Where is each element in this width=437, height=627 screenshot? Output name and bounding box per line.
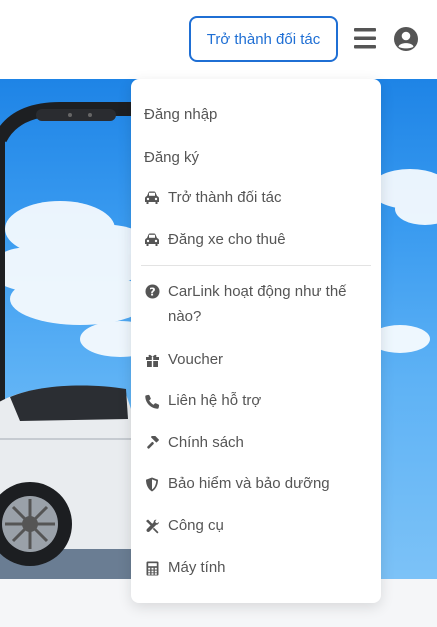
phone-icon — [144, 389, 160, 413]
question-circle-icon: ? — [144, 279, 160, 303]
car-icon — [144, 186, 160, 210]
menu-item-policy[interactable]: Chính sách — [144, 431, 244, 455]
car-icon — [144, 228, 160, 252]
menu-item-label: Đăng nhập — [144, 106, 218, 123]
top-header: Trở thành đối tác — [0, 0, 437, 79]
menu-item-tools[interactable]: Công cụ — [144, 514, 224, 538]
menu-item-label: Đăng xe cho thuê — [168, 231, 286, 248]
menu-item-label: Máy tính — [168, 559, 226, 576]
menu-item-label: Liên hệ hỗ trợ — [168, 392, 262, 409]
svg-text:?: ? — [149, 285, 155, 298]
menu-item-list-car[interactable]: Đăng xe cho thuê — [144, 228, 286, 252]
user-circle-icon[interactable] — [393, 26, 419, 52]
menu-item-login[interactable]: Đăng nhập — [144, 103, 217, 127]
menu-item-label: Bảo hiểm và bảo dưỡng — [168, 475, 330, 492]
gift-icon — [144, 348, 160, 372]
menu-item-become-partner[interactable]: Trở thành đối tác — [144, 186, 282, 210]
gavel-icon — [144, 431, 160, 455]
user-dropdown-menu: Đăng nhập Đăng ký Trở thành đối tác Đăng… — [131, 79, 381, 603]
become-partner-button[interactable]: Trở thành đối tác — [189, 16, 338, 62]
menu-item-how-it-works[interactable]: ? CarLink hoạt động như thế nào? — [144, 279, 369, 329]
menu-item-insurance[interactable]: Bảo hiểm và bảo dưỡng — [144, 472, 330, 496]
menu-item-label: Chính sách — [168, 434, 244, 451]
menu-divider — [141, 265, 371, 266]
menu-item-voucher[interactable]: Voucher — [144, 348, 223, 372]
menu-item-label-line1: CarLink hoạt động như thế — [168, 283, 347, 300]
menu-item-label: Công cụ — [168, 517, 224, 534]
menu-item-label-line2: nào? — [168, 308, 202, 325]
shield-icon — [144, 472, 160, 496]
menu-item-label: CarLink hoạt động như thế nào? — [168, 279, 347, 329]
tools-icon — [144, 514, 160, 538]
menu-item-label: Trở thành đối tác — [168, 189, 282, 206]
menu-item-register[interactable]: Đăng ký — [144, 146, 199, 170]
menu-item-contact-support[interactable]: Liên hệ hỗ trợ — [144, 389, 261, 413]
menu-item-calculator[interactable]: Máy tính — [144, 556, 226, 580]
menu-item-label: Đăng ký — [144, 149, 200, 166]
menu-item-label: Voucher — [168, 351, 224, 368]
hamburger-icon[interactable] — [354, 28, 378, 50]
calculator-icon — [144, 556, 160, 580]
